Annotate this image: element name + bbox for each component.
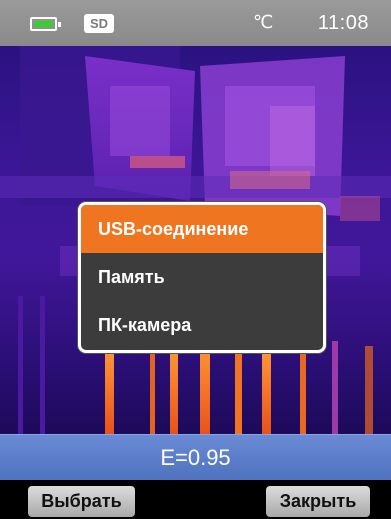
temperature-unit: ℃ [253, 12, 274, 32]
softkey-bar: Выбрать Закрыть [0, 480, 391, 519]
menu-item-memory[interactable]: Память [81, 253, 323, 301]
select-button[interactable]: Выбрать [28, 486, 135, 517]
sd-card-badge: SD [84, 14, 114, 33]
status-bar: SD ℃ 11:08 [0, 0, 391, 46]
emissivity-readout: E=0.95 [0, 434, 391, 480]
menu-item-pc-camera[interactable]: ПК-камера [81, 301, 323, 349]
connection-menu: USB-соединение Память ПК-камера [78, 202, 326, 353]
menu-item-usb-connection[interactable]: USB-соединение [81, 205, 323, 253]
thermal-camera-screen: SD ℃ 11:08 USB-соединение Память ПК-каме… [0, 0, 391, 519]
close-button[interactable]: Закрыть [266, 486, 370, 517]
battery-level-fill [34, 21, 53, 27]
clock: 11:08 [317, 12, 369, 34]
battery-icon [30, 17, 61, 31]
